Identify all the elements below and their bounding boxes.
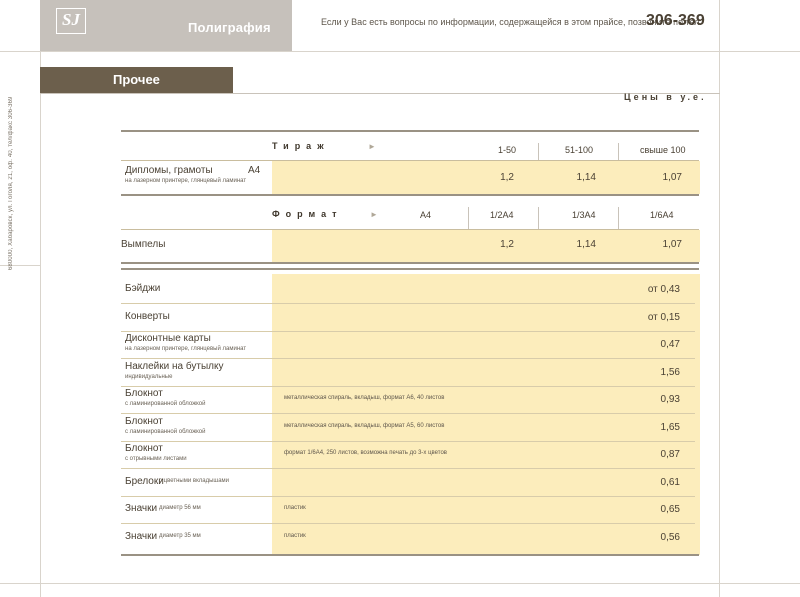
item-label: Блокнот (125, 443, 163, 454)
pennant-price-1: 1,2 (500, 239, 514, 250)
pennant-price-3: 1,07 (662, 239, 682, 250)
row-separator (121, 467, 695, 469)
contact-text: Если у Вас есть вопросы по информации, с… (321, 17, 702, 27)
brand-title: Полиграфия (188, 20, 271, 35)
item-label: Значки (125, 503, 158, 514)
row-separator (121, 385, 695, 387)
pennant-label: Вымпелы (121, 239, 166, 250)
items-top-rule (121, 268, 699, 270)
item-note: металлическая спираль, вкладыш, формат А… (284, 423, 445, 429)
address-sidebar: 680000, Хабаровск, ул. Гоголя, 21, оф. 4… (8, 96, 14, 270)
col-divider (538, 207, 539, 229)
format-col-3: 1/3А4 (572, 210, 596, 220)
tirazh-col-3: свыше 100 (640, 145, 686, 155)
format-col-4: 1/6А4 (650, 210, 674, 220)
diploma-sub: на лазерном принтере, глянцевый ламинат (125, 178, 247, 184)
item-sub: с ламинированной обложкой (125, 429, 206, 435)
format-header: Формат (272, 209, 343, 219)
col-divider (618, 207, 619, 229)
item-price: 0,47 (660, 339, 680, 350)
tirazh-col-2: 51-100 (565, 145, 594, 155)
item-price: от 0,43 (647, 284, 680, 295)
table-top-rule (121, 130, 699, 132)
diploma-price-1: 1,2 (500, 172, 514, 183)
row-separator (121, 357, 695, 359)
item-price: 0,65 (660, 504, 680, 515)
item-sub: диаметр 35 мм (159, 533, 201, 539)
tirazh-arrow-icon: ► (368, 142, 376, 151)
item-price: 0,56 (660, 532, 680, 543)
item-sub: на лазерном принтере, глянцевый ламинат (125, 346, 247, 352)
item-label: Бэйджи (125, 283, 161, 294)
row-separator (121, 302, 695, 304)
frame-line-top (0, 51, 800, 52)
item-note: пластик (284, 505, 306, 511)
item-price: 0,93 (660, 394, 680, 405)
logo: SJ (56, 8, 86, 34)
row-separator (121, 330, 695, 332)
tirazh-bottom-rule (121, 194, 699, 196)
diploma-format: А4 (248, 165, 261, 176)
item-label: Дисконтные карты (125, 333, 211, 344)
section-title: Прочее (113, 72, 160, 87)
item-price: 0,87 (660, 449, 680, 460)
item-sub: с цветными вкладышами (159, 478, 230, 484)
item-price: 0,61 (660, 477, 680, 488)
format-bottom-rule (121, 262, 699, 264)
format-col-1: А4 (420, 210, 432, 220)
row-separator (121, 495, 695, 497)
row-separator (121, 522, 695, 524)
item-sub: с отрывными листами (125, 456, 187, 462)
item-label: Блокнот (125, 416, 163, 427)
row-separator (121, 412, 695, 414)
item-note: формат 1/6А4, 250 листов, возможна печат… (284, 450, 447, 456)
currency-note: Цены в у.е. (624, 92, 707, 102)
item-price: 1,56 (660, 367, 680, 378)
col-divider (468, 207, 469, 229)
section-underline (40, 93, 720, 94)
pennant-price-2: 1,14 (576, 239, 596, 250)
col-divider (618, 143, 619, 161)
item-price: от 0,15 (647, 312, 680, 323)
diploma-price-2: 1,14 (576, 172, 596, 183)
format-col-2: 1/2А4 (490, 210, 514, 220)
tirazh-col-1: 1-50 (498, 145, 517, 155)
item-label: Брелоки (125, 476, 164, 487)
tirazh-header: Тираж (272, 141, 330, 151)
format-arrow-icon: ► (370, 210, 378, 219)
item-label: Значки (125, 531, 158, 542)
tirazh-header-rule (121, 160, 699, 161)
table-bottom-rule (121, 554, 699, 556)
col-divider (538, 143, 539, 161)
phone-number: 306-369 (646, 12, 705, 29)
item-sub: с ламинированной обложкой (125, 401, 206, 407)
row-separator (121, 440, 695, 442)
item-price: 1,65 (660, 422, 680, 433)
diploma-price-3: 1,07 (662, 172, 682, 183)
item-note: пластик (284, 533, 306, 539)
item-label: Наклейки на бутылку (125, 361, 224, 372)
item-label: Конверты (125, 311, 170, 322)
item-sub: индивидуальные (125, 374, 173, 380)
format-header-rule (121, 229, 699, 230)
item-sub: диаметр 56 мм (159, 505, 201, 511)
frame-line-bottom (0, 583, 800, 584)
diploma-label: Дипломы, грамоты (125, 165, 213, 176)
item-note: металлическая спираль, вкладыш, формат А… (284, 395, 445, 401)
item-label: Блокнот (125, 388, 163, 399)
frame-line-right (719, 0, 720, 597)
